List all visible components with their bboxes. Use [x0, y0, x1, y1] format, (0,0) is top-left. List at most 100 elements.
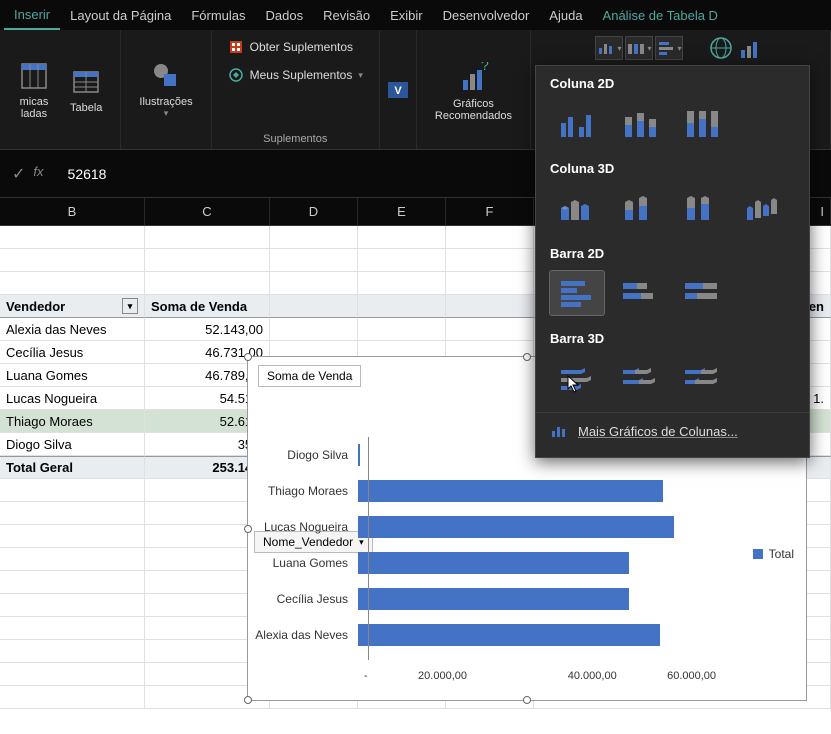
fx-icon[interactable]: fx [33, 164, 43, 184]
resize-handle[interactable] [523, 353, 531, 361]
pivot-table-icon [18, 60, 50, 92]
recommended-charts-icon: ? [457, 62, 489, 94]
meus-suplementos-button[interactable]: Meus Suplementos ▾ [222, 64, 369, 86]
chart-bar[interactable] [358, 480, 663, 502]
ribbon-group-tabelas: micas ladas Tabela [0, 30, 121, 149]
addins-icon [228, 67, 244, 83]
visio-icon: V [386, 78, 410, 102]
3d-100-column-icon [681, 192, 721, 224]
header-soma[interactable]: Soma de Venda [145, 295, 270, 318]
chart-bar-label: Cecília Jesus [238, 592, 358, 606]
formula-check-icon[interactable]: ✓ [12, 164, 25, 184]
stacked-bar-option[interactable] [612, 271, 666, 315]
chart-bar-row: Lucas Nogueira [368, 509, 716, 545]
tab-exibir[interactable]: Exibir [380, 2, 433, 29]
chart-bar[interactable] [358, 552, 629, 574]
stacked-100-bar-icon [681, 277, 721, 309]
clustered-bar-3d-option[interactable] [550, 356, 604, 400]
more-column-charts-option[interactable]: Mais Gráficos de Colunas... [536, 412, 809, 449]
tabelas-dinamicas-button[interactable]: micas ladas [10, 56, 58, 124]
col-header-c[interactable]: C [145, 198, 270, 225]
clustered-bar-option[interactable] [550, 271, 604, 315]
filter-vendedor-button[interactable]: ▾ [122, 298, 138, 314]
maps-dropdown[interactable] [707, 36, 735, 60]
tab-revisao[interactable]: Revisão [313, 2, 380, 29]
svg-text:V: V [394, 85, 402, 97]
chart-title[interactable]: Soma de Venda [258, 365, 361, 387]
column-3d-option[interactable] [736, 186, 790, 230]
stacked-bar-3d-100-option[interactable] [674, 356, 728, 400]
header-vendedor[interactable]: Vendedor▾ [0, 295, 145, 318]
chart-bar[interactable] [358, 588, 629, 610]
col-header-b[interactable]: B [0, 198, 145, 225]
stacked-bar-3d-option[interactable] [612, 356, 666, 400]
stacked-column-3d-option[interactable] [612, 186, 666, 230]
tabelas-dinamicas-label: micas ladas [20, 96, 49, 120]
clustered-column-3d-option[interactable] [550, 186, 604, 230]
tab-formulas[interactable]: Fórmulas [181, 2, 255, 29]
table-icon [70, 66, 102, 98]
resize-handle[interactable] [523, 696, 531, 704]
clustered-column-icon [557, 107, 597, 139]
stacked-column-icon [619, 107, 659, 139]
col-header-f[interactable]: F [446, 198, 534, 225]
tab-inserir[interactable]: Inserir [4, 1, 60, 30]
ribbon-group-suplementos-label: Suplementos [263, 131, 327, 147]
tab-desenvolvedor[interactable]: Desenvolvedor [433, 2, 540, 29]
chart-y-axis [368, 437, 369, 660]
tab-layout[interactable]: Layout da Página [60, 2, 181, 29]
stacked-bar-100-option[interactable] [674, 271, 728, 315]
meus-suplementos-label: Meus Suplementos [250, 68, 353, 82]
pivotchart-dropdown[interactable] [737, 36, 765, 60]
column-chart-dropdown[interactable]: ▾ [595, 36, 623, 60]
3d-bar-icon [557, 362, 597, 394]
ribbon-group-visio: V [380, 30, 417, 149]
col-header-e[interactable]: E [358, 198, 446, 225]
tab-analise-tabela[interactable]: Análise de Tabela D [593, 2, 728, 29]
ribbon-group-suplementos: Obter Suplementos Meus Suplementos ▾ Sup… [212, 30, 380, 149]
ilustracoes-button[interactable]: Ilustrações ▾ [131, 56, 200, 123]
chart-bar[interactable] [358, 624, 660, 646]
stacked-column-option[interactable] [612, 101, 666, 145]
chart-bar[interactable] [358, 516, 674, 538]
obter-suplementos-label: Obter Suplementos [250, 40, 353, 54]
stacked-100-column-icon [681, 107, 721, 139]
column-chart-icon [597, 40, 615, 56]
pie-chart-dropdown[interactable]: ▾ [655, 36, 683, 60]
legend-swatch [753, 549, 763, 559]
chart-bar-row: Cecília Jesus [368, 581, 716, 617]
obter-suplementos-button[interactable]: Obter Suplementos [222, 36, 359, 58]
menu-section-coluna-3d: Coluna 3D [550, 161, 795, 176]
col-header-d[interactable]: D [270, 198, 358, 225]
menu-section-coluna-2d: Coluna 2D [550, 76, 795, 91]
resize-handle[interactable] [244, 353, 252, 361]
clustered-bar-icon [557, 277, 597, 309]
chart-type-menu: Coluna 2D Coluna 3D Barra 2D Barra 3D [535, 65, 810, 458]
graficos-recomendados-button[interactable]: ? Gráficos Recomendados [427, 58, 520, 126]
tabela-button[interactable]: Tabela [62, 62, 110, 118]
tab-dados[interactable]: Dados [256, 2, 314, 29]
3d-column-icon [557, 192, 597, 224]
ribbon-tabs: Inserir Layout da Página Fórmulas Dados … [0, 0, 831, 30]
graficos-recomendados-label: Gráficos Recomendados [435, 98, 512, 122]
3d-100-bar-icon [681, 362, 721, 394]
stacked-column-3d-100-option[interactable] [674, 186, 728, 230]
stacked-column-100-option[interactable] [674, 101, 728, 145]
chart-bar[interactable] [358, 444, 360, 466]
visio-button[interactable]: V [384, 76, 412, 104]
chart-bar-label: Luana Gomes [238, 556, 358, 570]
3d-column-depth-icon [743, 192, 783, 224]
resize-handle[interactable] [244, 696, 252, 704]
chart-bar-label: Thiago Moraes [238, 484, 358, 498]
chart-plot-area[interactable]: Diogo SilvaThiago MoraesLucas NogueiraLu… [368, 437, 716, 660]
3d-stacked-column-icon [619, 192, 659, 224]
ribbon-group-graficos: ? Gráficos Recomendados [417, 30, 531, 149]
chart-bar-row: Luana Gomes [368, 545, 716, 581]
chart-field-button[interactable]: Nome_Vendedor▾ [254, 531, 373, 553]
chart-legend[interactable]: Total [753, 547, 794, 561]
line-chart-icon [627, 40, 645, 56]
svg-text:?: ? [481, 62, 489, 73]
tab-ajuda[interactable]: Ajuda [539, 2, 592, 29]
clustered-column-option[interactable] [550, 101, 604, 145]
line-chart-dropdown[interactable]: ▾ [625, 36, 653, 60]
